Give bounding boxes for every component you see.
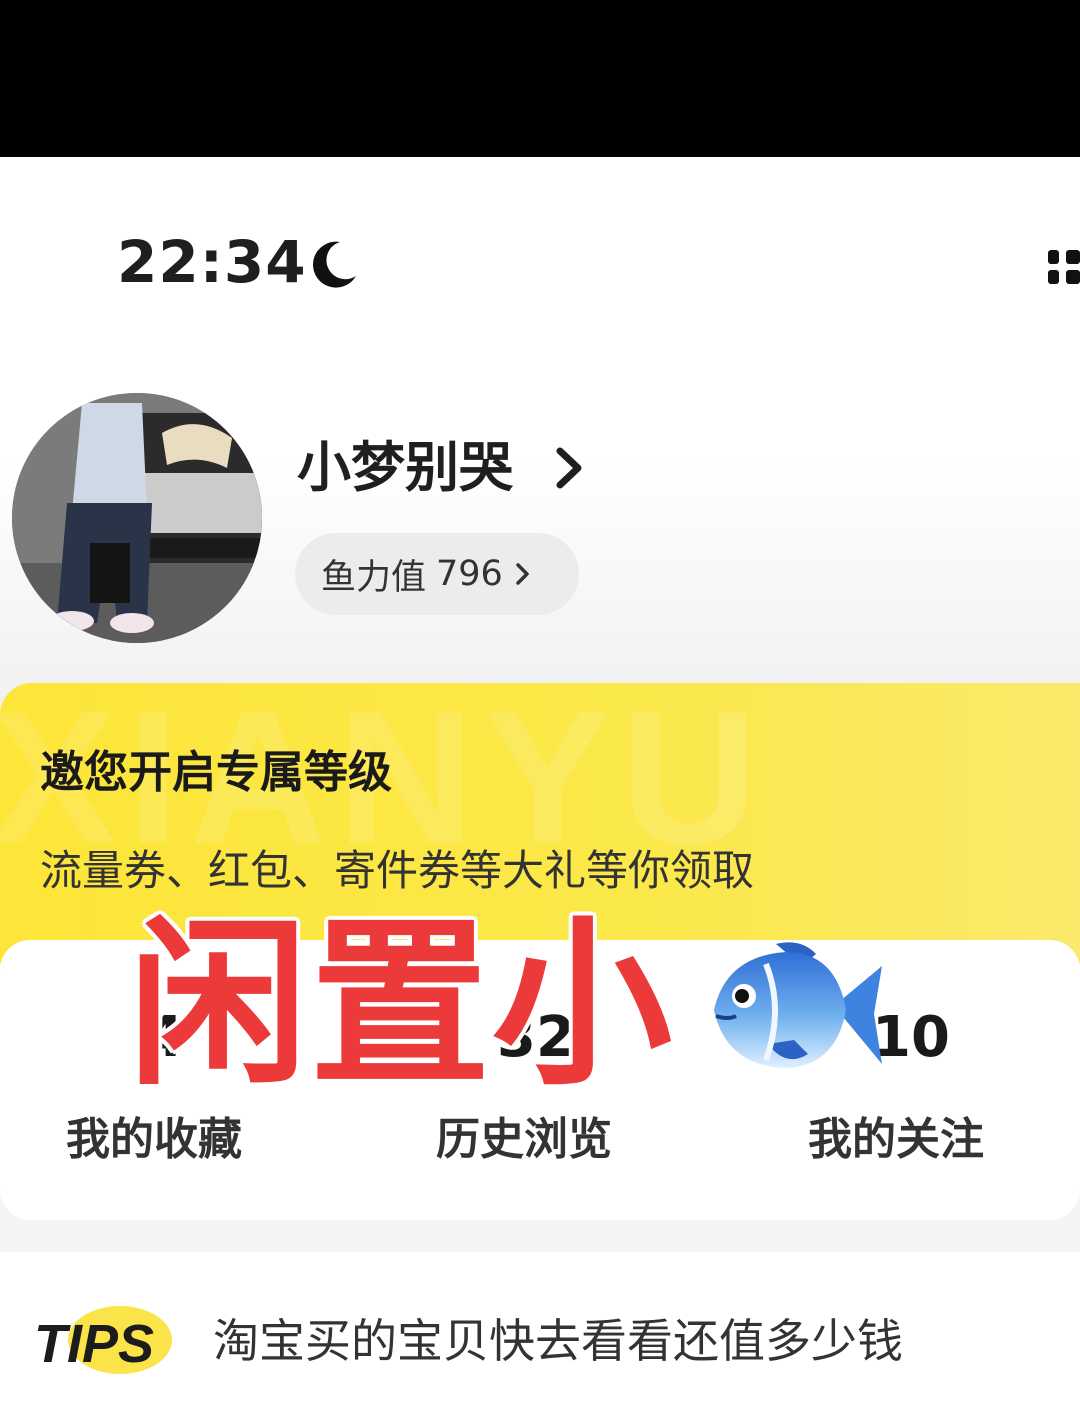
- moon-icon: [312, 241, 356, 288]
- avatar[interactable]: [12, 393, 262, 643]
- tips-badge: TIPS: [34, 1306, 172, 1374]
- signal-icon: [1048, 250, 1080, 284]
- username[interactable]: 小梦别哭: [297, 432, 513, 504]
- fish-icon: [714, 942, 882, 1068]
- chevron-right-icon: [516, 563, 529, 585]
- fish-power-value: 796: [436, 554, 503, 594]
- avatar-photo: [12, 393, 262, 643]
- fish-power-pill[interactable]: 鱼力值 796: [295, 533, 579, 615]
- chevron-right-icon[interactable]: [552, 445, 586, 491]
- banner-subtitle: 流量券、红包、寄件券等大礼等你领取: [40, 846, 755, 895]
- tips-badge-text: TIPS: [34, 1314, 154, 1374]
- stat-favorites-label[interactable]: 我的收藏: [66, 1112, 242, 1168]
- overlay-caption: 闲置小: [128, 901, 675, 1110]
- fish-power-label: 鱼力值: [321, 557, 427, 598]
- top-black-bar: [0, 0, 1080, 157]
- tips-text: 淘宝买的宝贝快去看看还值多少钱: [213, 1314, 903, 1368]
- stat-following-label[interactable]: 我的关注: [808, 1112, 984, 1168]
- banner-title: 邀您开启专属等级: [40, 747, 392, 798]
- stat-history-label[interactable]: 历史浏览: [436, 1112, 612, 1168]
- status-time: 22:34: [117, 228, 307, 296]
